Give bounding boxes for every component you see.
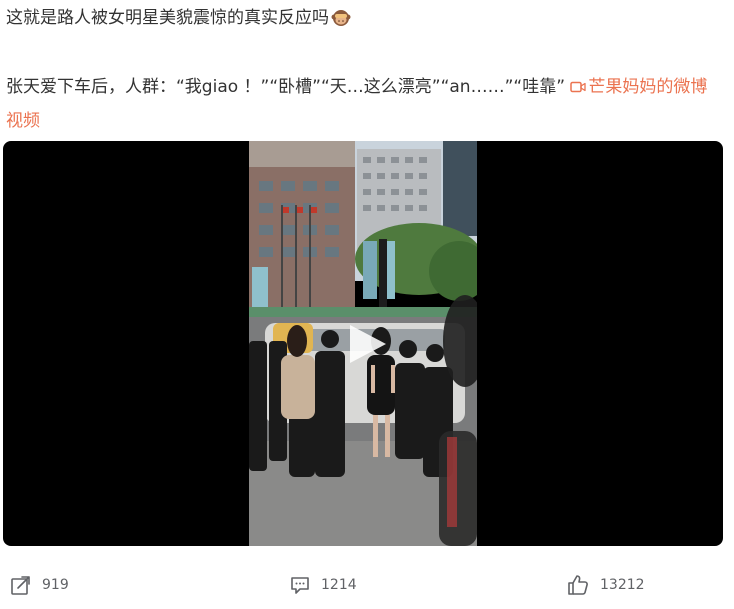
like-button[interactable]: 13212 [566,570,645,600]
comment-icon [291,577,309,594]
post-title-line: 这就是路人被女明星美貌震惊的真实反应吗 [6,6,351,30]
action-bar: 919 1214 13212 [0,570,734,600]
see-no-evil-monkey-icon [331,10,351,26]
repost-button[interactable]: 919 [10,570,69,600]
video-camera-icon [570,81,587,93]
comment-count: 1214 [321,577,357,593]
thumbs-up-icon [568,575,588,595]
like-count: 13212 [600,577,645,593]
repost-count: 919 [42,577,69,593]
post-body: 张天爱下车后，人群：“我giao ！”“卧槽”“天…这么漂亮”“an……”“哇靠… [6,70,722,138]
play-icon[interactable] [344,321,390,367]
post-title: 这就是路人被女明星美貌震惊的真实反应吗 [6,8,329,28]
repost-icon [11,576,30,595]
comment-button[interactable]: 1214 [289,570,357,600]
post-body-text: 张天爱下车后，人群：“我giao ！”“卧槽”“天…这么漂亮”“an……”“哇靠… [6,77,571,97]
video-player[interactable] [3,141,723,546]
